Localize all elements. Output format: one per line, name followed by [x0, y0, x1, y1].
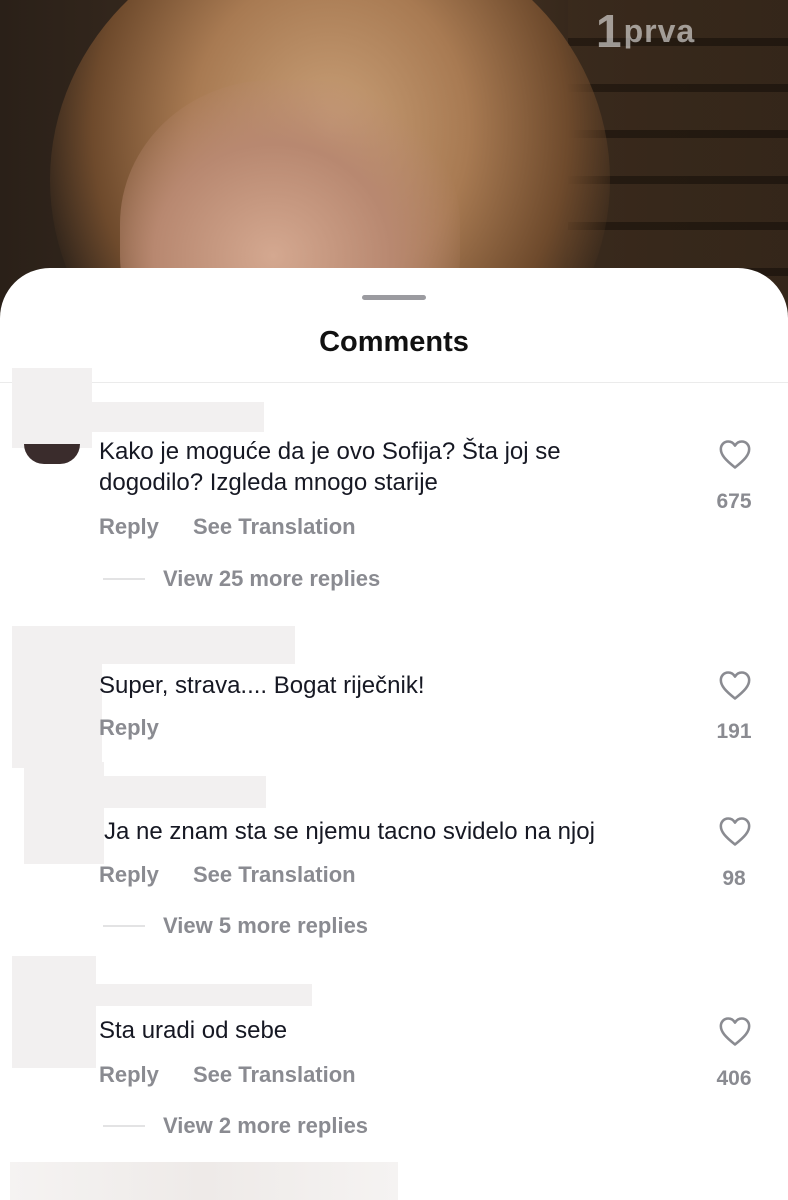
see-translation-button[interactable]: See Translation	[193, 862, 356, 888]
redacted-username	[90, 776, 266, 808]
comments-sheet: Comments Kako je moguće da je ovo Sofija…	[0, 268, 788, 1200]
comment-text: Ja ne znam sta se njemu tacno svidelo na…	[104, 818, 595, 845]
redacted-avatar	[12, 368, 92, 448]
view-replies-button[interactable]: View 2 more replies	[163, 1113, 368, 1139]
heart-icon[interactable]	[718, 1015, 752, 1047]
redacted-avatar	[12, 956, 96, 1068]
like-count: 191	[716, 720, 752, 743]
header-divider	[0, 382, 788, 383]
comment-text: Kako je moguće da je ovo Sofija? Šta joj…	[99, 436, 561, 498]
comment-text: Sta uradi od sebe	[99, 1017, 288, 1044]
see-translation-button[interactable]: See Translation	[193, 514, 356, 540]
view-replies-button[interactable]: View 5 more replies	[163, 913, 368, 939]
reply-button[interactable]: Reply	[99, 1062, 159, 1088]
like-count: 406	[716, 1067, 752, 1090]
channel-logo: 1 prva	[596, 4, 695, 58]
comment-line: dogodilo? Izgleda mnogo starije	[99, 469, 438, 496]
heart-icon[interactable]	[718, 669, 752, 701]
see-translation-button[interactable]: See Translation	[193, 1062, 356, 1088]
redacted-avatar	[12, 626, 102, 768]
redacted-next-comment	[10, 1162, 398, 1200]
sheet-drag-handle[interactable]	[362, 295, 426, 300]
like-count: 98	[722, 867, 746, 890]
heart-icon[interactable]	[718, 438, 752, 470]
logo-word: prva	[623, 12, 696, 49]
reply-button[interactable]: Reply	[99, 715, 159, 741]
replies-divider	[103, 925, 145, 927]
replies-divider	[103, 1125, 145, 1127]
like-count: 675	[716, 490, 752, 513]
comment-text: Super, strava.... Bogat riječnik!	[99, 672, 425, 699]
avatar[interactable]	[24, 444, 80, 464]
reply-button[interactable]: Reply	[99, 514, 159, 540]
redacted-username	[96, 984, 312, 1006]
heart-icon[interactable]	[718, 815, 752, 847]
sheet-title: Comments	[319, 326, 469, 358]
comment-line: Kako je moguće da je ovo Sofija? Šta joj…	[99, 438, 561, 465]
redacted-username	[90, 402, 264, 432]
replies-divider	[103, 578, 145, 580]
view-replies-button[interactable]: View 25 more replies	[163, 566, 380, 592]
logo-number: 1	[596, 5, 622, 57]
reply-button[interactable]: Reply	[99, 862, 159, 888]
redacted-username	[90, 626, 295, 664]
